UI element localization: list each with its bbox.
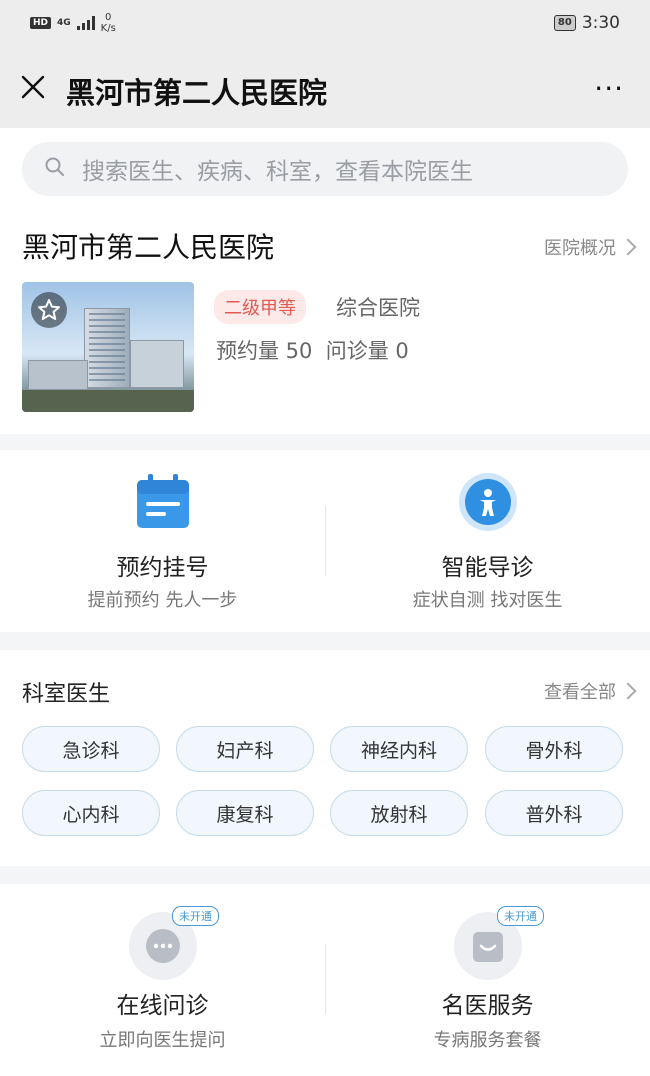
departments-section: 科室医生 查看全部 急诊科 妇产科 神经内科 骨外科 心内科 康复科 放射科 普… (0, 650, 650, 866)
speed-unit: K/s (100, 23, 116, 34)
hospital-grade-badge: 二级甲等 (214, 290, 306, 324)
dept-chip-obstetrics[interactable]: 妇产科 (176, 726, 314, 772)
service-title: 预约挂号 (116, 555, 209, 581)
favorite-star-icon[interactable] (31, 292, 67, 328)
battery-icon: 80 (553, 15, 576, 31)
search-section: 搜索医生、疾病、科室，查看本院医生 (0, 128, 650, 210)
dept-chip-radiology[interactable]: 放射科 (330, 790, 468, 836)
hospital-stats: 预约量 50 问诊量 0 (216, 339, 409, 363)
service-subtitle: 立即向医生提问 (99, 1030, 226, 1051)
dept-chip-rehabilitation[interactable]: 康复科 (176, 790, 314, 836)
primary-services: 预约挂号 提前预约 先人一步 智能导诊 症状自测 找对医生 (0, 450, 650, 632)
online-consult-service[interactable]: 未开通 在线问诊 立即向医生提问 (0, 884, 325, 1076)
close-icon[interactable] (20, 72, 46, 102)
service-subtitle: 提前预约 先人一步 (87, 590, 238, 611)
hospital-name: 黑河市第二人民医院 (22, 231, 275, 264)
calendar-icon (133, 472, 193, 532)
service-subtitle: 症状自测 找对医生 (412, 590, 563, 611)
signal-icon (76, 16, 95, 30)
service-subtitle: 专病服务套餐 (433, 1030, 542, 1051)
chevron-right-icon (619, 238, 637, 256)
appointment-service[interactable]: 预约挂号 提前预约 先人一步 (0, 450, 325, 632)
search-icon (44, 156, 66, 182)
dept-chip-cardiology[interactable]: 心内科 (22, 790, 160, 836)
not-open-badge: 未开通 (497, 906, 544, 926)
secondary-services: 未开通 在线问诊 立即向医生提问 未开通 名医服务 专病服务套餐 (0, 884, 650, 1076)
dept-chip-orthopedics[interactable]: 骨外科 (485, 726, 623, 772)
dept-chip-neurology[interactable]: 神经内科 (330, 726, 468, 772)
hospital-type: 综合医院 (336, 296, 420, 320)
page-title: 黑河市第二人民医院 (66, 76, 328, 110)
view-all-link[interactable]: 查看全部 (544, 678, 637, 704)
smart-guide-service[interactable]: 智能导诊 症状自测 找对医生 (325, 450, 650, 632)
status-left: HD 4G 0 K/s (30, 12, 116, 34)
service-title: 在线问诊 (116, 993, 209, 1019)
search-input[interactable]: 搜索医生、疾病、科室，查看本院医生 (22, 142, 628, 196)
speed-value: 0 (105, 12, 112, 23)
hospital-overview-link[interactable]: 医院概况 (544, 234, 637, 260)
service-title: 智能导诊 (441, 555, 534, 581)
hospital-info-card: 黑河市第二人民医院 医院概况 二级甲等 综合医院 预约量 50 问诊量 0 (0, 210, 650, 434)
dept-chip-emergency[interactable]: 急诊科 (22, 726, 160, 772)
nav-bar: 黑河市第二人民医院 ··· (0, 50, 650, 128)
person-guide-icon (458, 472, 518, 532)
overview-label: 医院概况 (544, 238, 616, 259)
search-placeholder: 搜索医生、疾病、科室，查看本院医生 (82, 159, 473, 185)
chevron-right-icon (619, 682, 637, 700)
famous-doctor-service[interactable]: 未开通 名医服务 专病服务套餐 (325, 884, 650, 1076)
clock: 3:30 (581, 13, 620, 33)
section-title: 科室医生 (22, 682, 111, 707)
service-title: 名医服务 (441, 993, 534, 1019)
more-menu-button[interactable]: ··· (594, 72, 624, 105)
hospital-photo[interactable] (22, 282, 194, 412)
network-speed: 0 K/s (101, 12, 116, 34)
status-bar: HD 4G 0 K/s 80 3:30 (0, 0, 650, 50)
status-right: 80 3:30 (553, 13, 620, 33)
not-open-badge: 未开通 (172, 906, 219, 926)
dept-chip-general-surgery[interactable]: 普外科 (485, 790, 623, 836)
view-all-label: 查看全部 (544, 682, 616, 703)
network-type: 4G (57, 18, 71, 28)
hd-indicator: HD (30, 17, 52, 29)
